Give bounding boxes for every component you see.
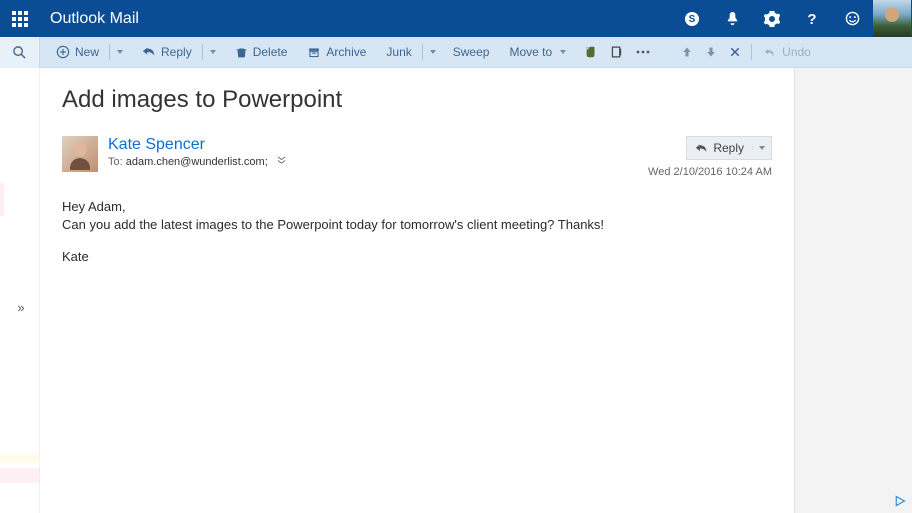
bell-icon	[725, 11, 740, 26]
ad-sidebar	[794, 68, 912, 513]
close-icon	[729, 46, 741, 58]
undo-icon	[764, 46, 777, 59]
trash-icon	[235, 46, 248, 59]
notifications-button[interactable]	[712, 0, 752, 37]
message-header: Kate Spencer To: adam.chen@wunderlist.co…	[62, 136, 772, 178]
expand-recipients-button[interactable]	[277, 156, 286, 168]
body-line: Can you add the latest images to the Pow…	[62, 216, 772, 234]
archive-label: Archive	[326, 45, 366, 59]
undo-label: Undo	[782, 45, 811, 59]
message-timestamp: Wed 2/10/2016 10:24 AM	[648, 166, 772, 178]
notebook-icon	[610, 45, 623, 59]
new-button[interactable]: New	[48, 37, 107, 68]
question-icon: ?	[804, 11, 820, 27]
app-launcher-button[interactable]	[0, 0, 40, 37]
chevron-down-icon	[117, 50, 123, 54]
avatar-photo	[873, 0, 911, 37]
reply-dropdown[interactable]	[205, 37, 221, 68]
more-actions-button[interactable]	[629, 37, 657, 68]
junk-label: Junk	[386, 45, 411, 59]
delete-button[interactable]: Delete	[227, 37, 296, 68]
recipient-address[interactable]: adam.chen@wunderlist.com;	[126, 156, 268, 168]
body-signature: Kate	[62, 248, 772, 266]
moveto-label: Move to	[509, 45, 552, 59]
sweep-button[interactable]: Sweep	[445, 37, 498, 68]
plus-circle-icon	[56, 45, 70, 59]
evernote-icon	[584, 45, 598, 59]
feedback-button[interactable]	[832, 0, 872, 37]
app-title: Outlook Mail	[50, 10, 139, 28]
junk-button[interactable]: Junk	[378, 37, 419, 68]
search-button[interactable]	[0, 37, 40, 68]
reply-label: Reply	[161, 45, 192, 59]
chevron-down-icon	[759, 146, 765, 150]
account-avatar[interactable]	[872, 0, 912, 37]
chevron-down-icon	[210, 50, 216, 54]
archive-button[interactable]: Archive	[299, 37, 374, 68]
sender-photo[interactable]	[62, 136, 98, 172]
svg-text:?: ?	[807, 11, 816, 27]
moveto-button[interactable]: Move to	[501, 37, 574, 68]
evernote-button[interactable]	[578, 37, 604, 68]
new-dropdown[interactable]	[112, 37, 128, 68]
smile-icon	[845, 11, 860, 26]
reply-button-label: Reply	[713, 141, 744, 155]
body-line: Hey Adam,	[62, 198, 772, 216]
next-message-button[interactable]	[699, 37, 723, 68]
recipients-line: To: adam.chen@wunderlist.com;	[108, 156, 648, 168]
to-label: To:	[108, 156, 123, 168]
reply-toolbar-button[interactable]: Reply	[134, 37, 200, 68]
chevron-down-icon	[430, 50, 436, 54]
message-body: Hey Adam, Can you add the latest images …	[62, 198, 772, 267]
sender-name[interactable]: Kate Spencer	[108, 136, 648, 154]
skype-button[interactable]: S	[672, 0, 712, 37]
double-chevron-down-icon	[277, 156, 286, 165]
adchoices-icon[interactable]	[894, 495, 906, 507]
top-header: Outlook Mail S ?	[0, 0, 912, 37]
reply-options-dropdown[interactable]	[752, 146, 771, 150]
archive-icon	[307, 46, 321, 59]
close-message-button[interactable]	[723, 37, 747, 68]
sweep-label: Sweep	[453, 45, 490, 59]
command-toolbar: New Reply Delete Archive Junk Sweep Move…	[0, 37, 912, 68]
reply-arrow-icon	[142, 45, 156, 59]
ellipsis-icon	[635, 49, 651, 55]
help-button[interactable]: ?	[792, 0, 832, 37]
reply-arrow-icon	[695, 142, 708, 155]
onenote-button[interactable]	[604, 37, 629, 68]
chevron-down-icon	[560, 50, 566, 54]
undo-button[interactable]: Undo	[756, 37, 819, 68]
delete-label: Delete	[253, 45, 288, 59]
arrow-up-icon	[681, 46, 693, 58]
settings-button[interactable]	[752, 0, 792, 37]
message-subject: Add images to Powerpoint	[62, 86, 772, 114]
prev-message-button[interactable]	[675, 37, 699, 68]
new-label: New	[75, 45, 99, 59]
skype-icon: S	[684, 11, 700, 27]
arrow-down-icon	[705, 46, 717, 58]
folder-rail-collapsed: »	[0, 68, 40, 513]
reading-pane: Add images to Powerpoint Kate Spencer To…	[40, 68, 794, 513]
gear-icon	[764, 11, 780, 27]
reply-split-button[interactable]: Reply	[686, 136, 772, 160]
app-launcher-icon	[12, 11, 28, 27]
reply-main-button[interactable]: Reply	[687, 141, 752, 155]
svg-text:S: S	[689, 14, 696, 25]
expand-rail-button[interactable]: »	[0, 300, 40, 315]
search-icon	[12, 45, 27, 60]
junk-dropdown[interactable]	[425, 37, 441, 68]
